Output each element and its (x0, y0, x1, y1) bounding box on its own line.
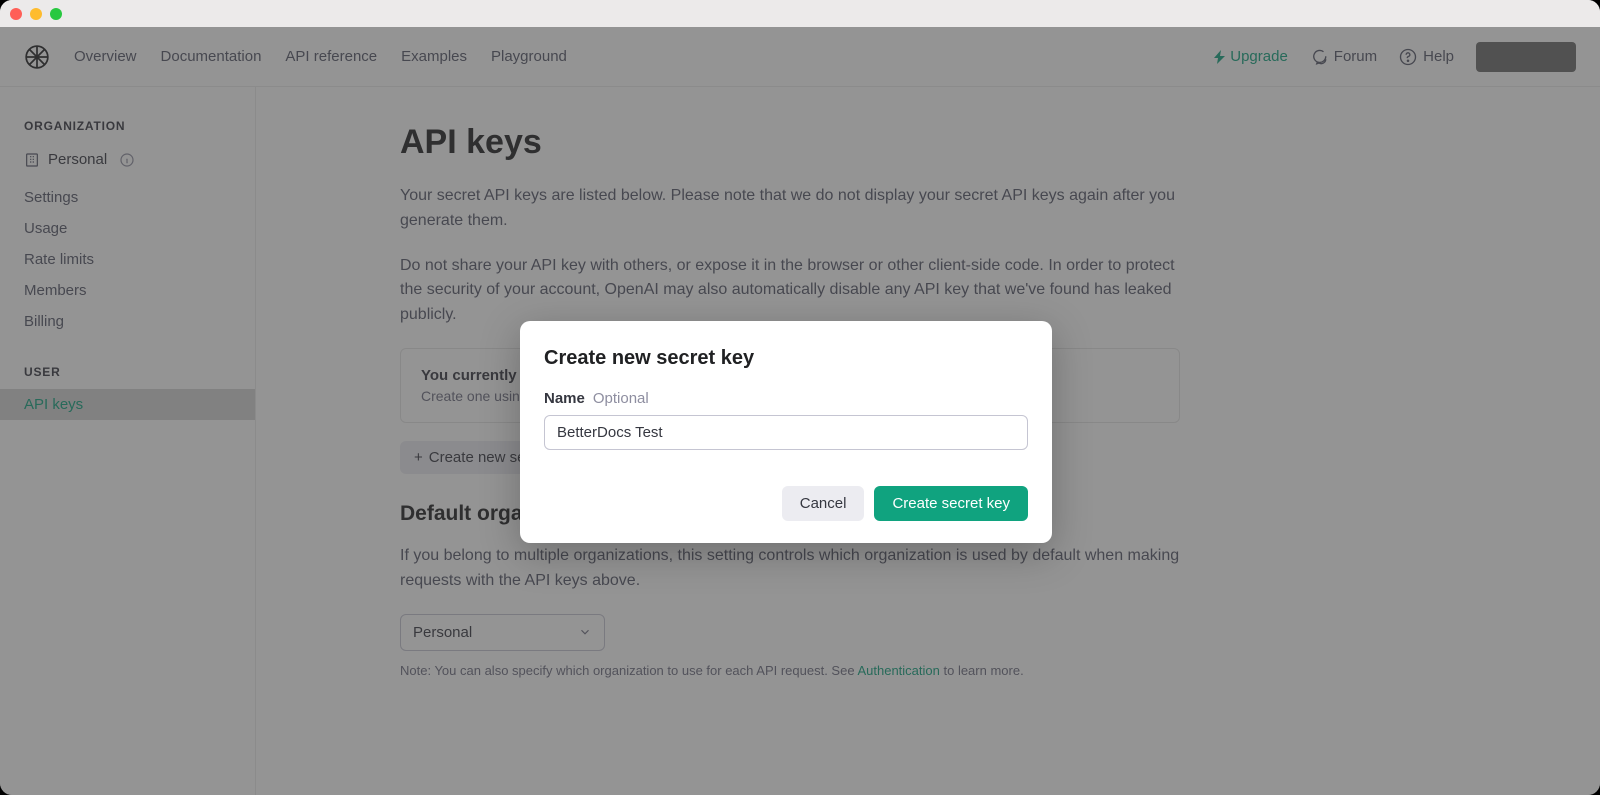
name-field-label: Name (544, 390, 585, 407)
window-zoom-dot[interactable] (50, 8, 62, 20)
create-key-modal: Create new secret key Name Optional Canc… (520, 321, 1052, 543)
modal-title: Create new secret key (544, 347, 1028, 370)
name-field-optional: Optional (593, 390, 649, 407)
mac-titlebar (0, 0, 1600, 27)
window-close-dot[interactable] (10, 8, 22, 20)
window-minimize-dot[interactable] (30, 8, 42, 20)
key-name-input[interactable] (544, 415, 1028, 450)
cancel-button[interactable]: Cancel (782, 486, 865, 521)
create-secret-key-submit-button[interactable]: Create secret key (874, 486, 1028, 521)
